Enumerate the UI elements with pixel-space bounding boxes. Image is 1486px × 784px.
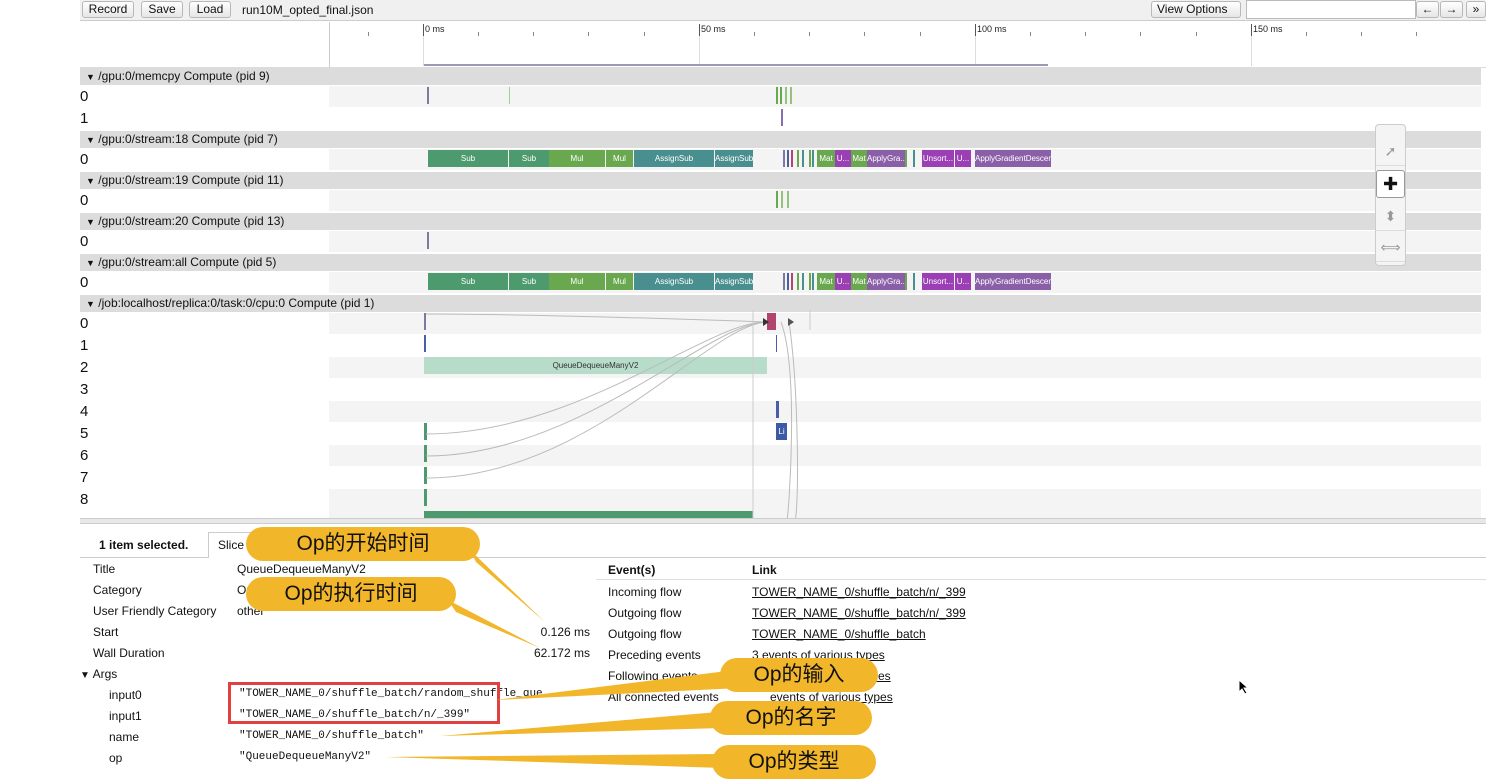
callout-pointer (495, 670, 740, 700)
callout-pointer (448, 600, 540, 648)
callout-op-duration: Op的执行时间 (246, 577, 456, 611)
callout-pointer (385, 754, 722, 768)
callout-pointer (470, 550, 545, 622)
callout-op-name: Op的名字 (710, 701, 872, 735)
callout-pointer (440, 712, 722, 736)
callout-op-start: Op的开始时间 (246, 527, 480, 561)
callout-op-input: Op的输入 (720, 658, 878, 692)
callout-op-type: Op的类型 (712, 745, 876, 779)
